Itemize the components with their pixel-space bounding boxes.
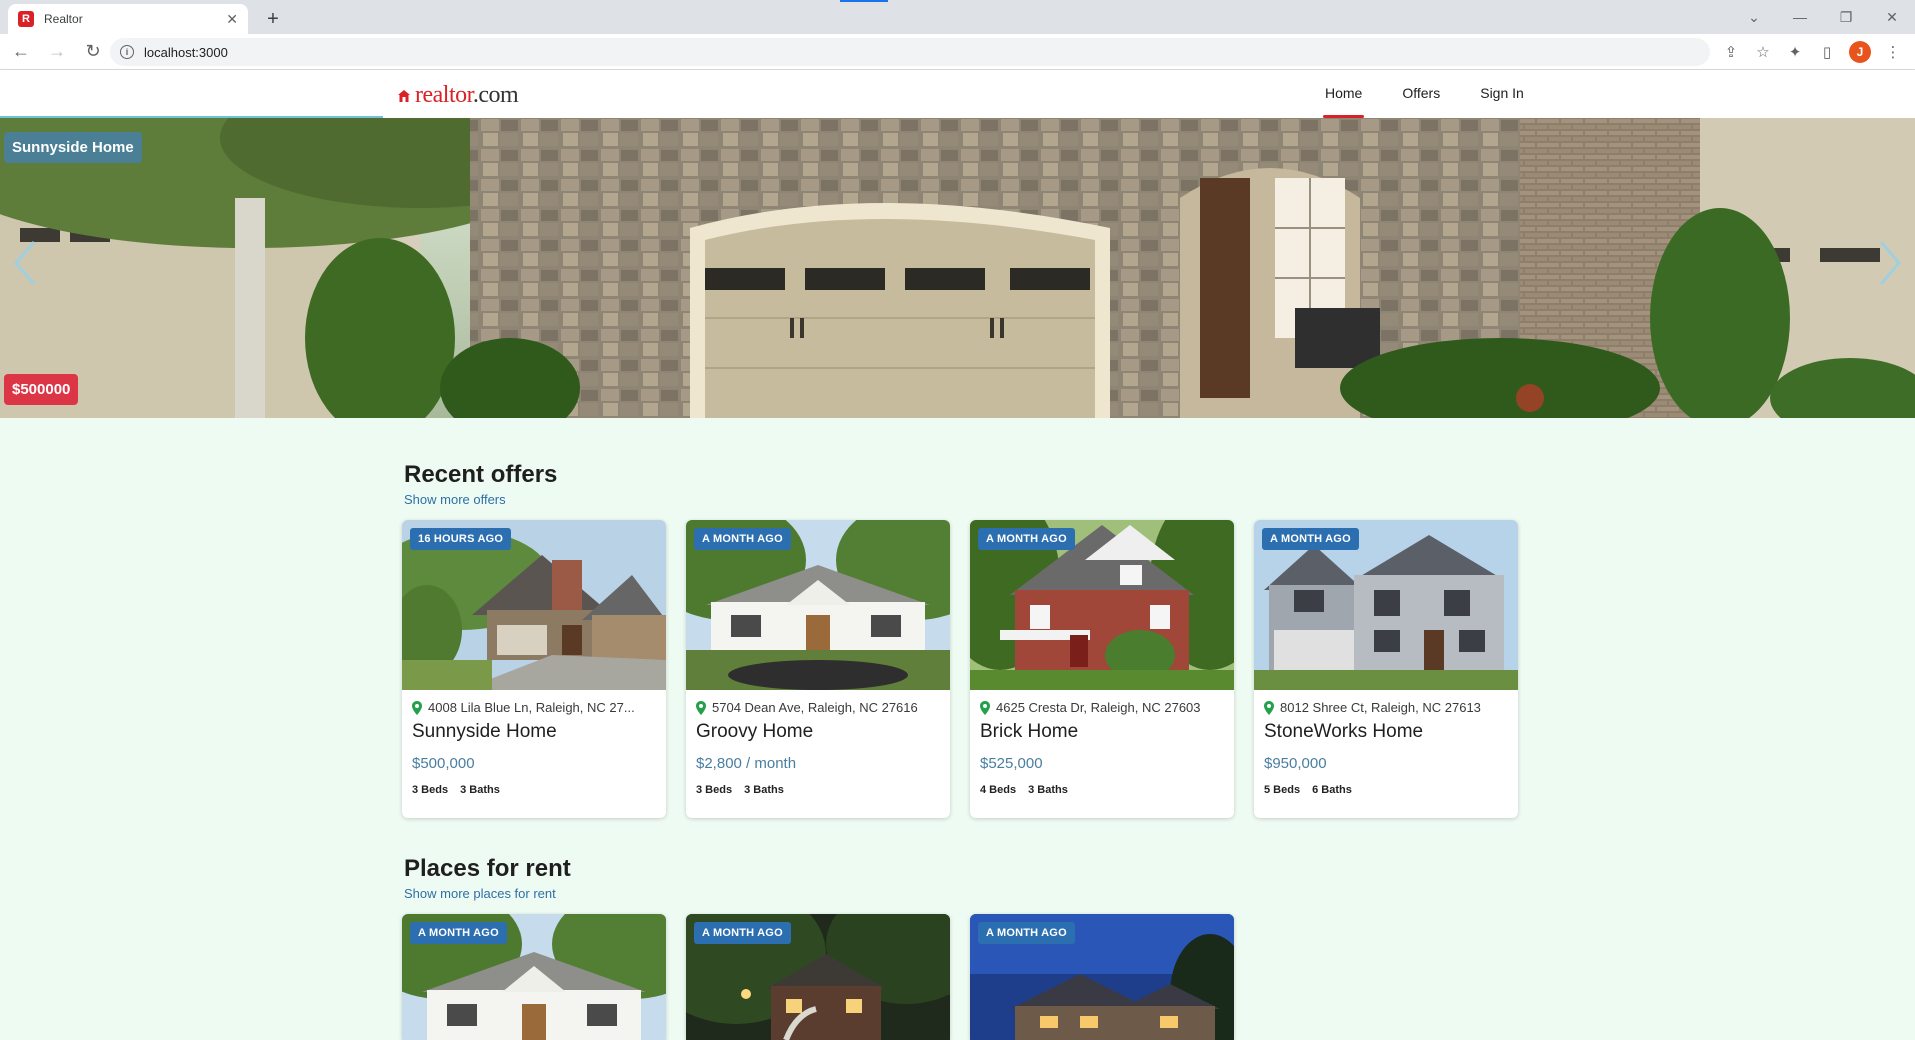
new-tab-button[interactable]: + xyxy=(260,6,286,32)
listing-photo: A MONTH AGO xyxy=(686,520,950,690)
location-pin-icon xyxy=(696,700,706,715)
listing-price: $2,800 / month xyxy=(696,755,797,772)
listing-beds: 4 Beds xyxy=(980,784,1017,796)
hero-slider[interactable]: Sunnyside Home $500000 xyxy=(0,118,1915,418)
listing-specs: 3 Beds 3 Baths xyxy=(696,784,940,796)
forward-icon[interactable]: → xyxy=(42,37,72,67)
window-controls: ⌄ — ❐ ✕ xyxy=(1731,0,1915,34)
logo-house-icon xyxy=(398,89,410,102)
listing-beds: 3 Beds xyxy=(412,784,449,796)
listing-price: $525,000 xyxy=(980,755,1043,772)
restore-button[interactable]: ❐ xyxy=(1823,9,1869,26)
listing-specs: 4 Beds 3 Baths xyxy=(980,784,1224,796)
offer-card[interactable]: A MONTH AGO 4625 Cresta Dr, Raleigh, NC … xyxy=(970,520,1234,818)
listing-photo: 16 HOURS AGO xyxy=(402,520,666,690)
location-pin-icon xyxy=(412,700,422,715)
listing-baths: 3 Baths xyxy=(744,784,784,796)
profile-avatar[interactable]: J xyxy=(1849,41,1871,63)
listing-baths: 6 Baths xyxy=(1312,784,1352,796)
main-nav: Home Offers Sign In xyxy=(1305,70,1544,118)
show-more-offers-link[interactable]: Show more offers xyxy=(404,492,506,507)
back-icon[interactable]: ← xyxy=(6,37,36,67)
rent-card[interactable]: A MONTH AGO xyxy=(686,914,950,1040)
hero-price-badge: $500000 xyxy=(4,374,79,405)
toolbar-actions: ⇪ ☆ ✦ ▯ J ⋮ xyxy=(1715,38,1909,66)
offer-card[interactable]: A MONTH AGO 8012 Shree Ct, Raleigh, NC 2… xyxy=(1254,520,1518,818)
listing-name: Brick Home xyxy=(980,721,1079,742)
tab-search-icon[interactable]: ⌄ xyxy=(1731,9,1777,26)
recent-offers-heading: Recent offers xyxy=(404,461,558,488)
nav-home[interactable]: Home xyxy=(1305,70,1382,118)
chevron-left-icon[interactable] xyxy=(10,238,40,288)
tab-title: Realtor xyxy=(44,12,83,26)
listing-address: 4008 Lila Blue Ln, Raleigh, NC 27... xyxy=(412,700,656,715)
close-tab-icon[interactable]: ✕ xyxy=(226,11,238,28)
offer-card[interactable]: 16 HOURS AGO 4008 Lila Blue Ln, Raleigh,… xyxy=(402,520,666,818)
listing-age-badge: A MONTH AGO xyxy=(978,528,1075,550)
listing-address: 8012 Shree Ct, Raleigh, NC 27613 xyxy=(1264,700,1508,715)
listing-baths: 3 Baths xyxy=(1028,784,1068,796)
rent-card[interactable]: A MONTH AGO xyxy=(402,914,666,1040)
sidepanel-icon[interactable]: ▯ xyxy=(1811,43,1843,61)
listing-age-badge: A MONTH AGO xyxy=(410,922,507,944)
location-pin-icon xyxy=(980,700,990,715)
listing-age-badge: A MONTH AGO xyxy=(694,922,791,944)
tab-loading-indicator xyxy=(840,0,888,2)
listing-name: StoneWorks Home xyxy=(1264,721,1424,742)
share-icon[interactable]: ⇪ xyxy=(1715,43,1747,61)
browser-toolbar: ← → ↻ i localhost:3000 ⇪ ☆ ✦ ▯ J ⋮ xyxy=(0,34,1915,70)
chevron-right-icon[interactable] xyxy=(1875,238,1905,288)
site-header: realtor.com Home Offers Sign In xyxy=(0,70,1915,119)
places-for-rent-heading: Places for rent xyxy=(404,855,571,882)
listing-beds: 3 Beds xyxy=(696,784,733,796)
star-icon[interactable]: ☆ xyxy=(1747,43,1779,61)
browser-tab[interactable]: R Realtor ✕ xyxy=(8,4,248,34)
hero-house-image xyxy=(0,118,1915,418)
info-icon[interactable]: i xyxy=(120,45,134,59)
listing-baths: 3 Baths xyxy=(460,784,500,796)
realtor-logo[interactable]: realtor.com xyxy=(397,82,519,109)
listing-price: $500,000 xyxy=(412,755,475,772)
listing-photo: A MONTH AGO xyxy=(1254,520,1518,690)
offer-card[interactable]: A MONTH AGO 5704 Dean Ave, Raleigh, NC 2… xyxy=(686,520,950,818)
listing-age-badge: A MONTH AGO xyxy=(1262,528,1359,550)
menu-icon[interactable]: ⋮ xyxy=(1877,43,1909,61)
show-more-rent-link[interactable]: Show more places for rent xyxy=(404,886,556,901)
browser-tabbar: R Realtor ✕ + ⌄ — ❐ ✕ xyxy=(0,0,1915,34)
location-pin-icon xyxy=(1264,700,1274,715)
logo-text: realtor.com xyxy=(415,82,519,108)
listing-address: 5704 Dean Ave, Raleigh, NC 27616 xyxy=(696,700,940,715)
close-window-button[interactable]: ✕ xyxy=(1869,9,1915,26)
listing-age-badge: 16 HOURS AGO xyxy=(410,528,512,550)
listing-specs: 3 Beds 3 Baths xyxy=(412,784,656,796)
listing-specs: 5 Beds 6 Baths xyxy=(1264,784,1508,796)
address-bar[interactable]: i localhost:3000 xyxy=(110,38,1710,66)
nav-offers[interactable]: Offers xyxy=(1382,70,1460,118)
listing-name: Groovy Home xyxy=(696,721,814,742)
realtor-favicon-icon: R xyxy=(18,11,34,27)
reload-icon[interactable]: ↻ xyxy=(78,37,108,67)
listing-photo: A MONTH AGO xyxy=(970,520,1234,690)
listing-age-badge: A MONTH AGO xyxy=(694,528,791,550)
extensions-icon[interactable]: ✦ xyxy=(1779,43,1811,61)
rent-card[interactable]: A MONTH AGO xyxy=(970,914,1234,1040)
listing-address: 4625 Cresta Dr, Raleigh, NC 27603 xyxy=(980,700,1224,715)
listing-name: Sunnyside Home xyxy=(412,721,557,742)
hero-title-badge: Sunnyside Home xyxy=(4,132,142,163)
listing-beds: 5 Beds xyxy=(1264,784,1301,796)
nav-sign-in[interactable]: Sign In xyxy=(1460,70,1544,118)
listing-age-badge: A MONTH AGO xyxy=(978,922,1075,944)
minimize-button[interactable]: — xyxy=(1777,9,1823,25)
url-text: localhost:3000 xyxy=(144,44,228,60)
listing-price: $950,000 xyxy=(1264,755,1327,772)
